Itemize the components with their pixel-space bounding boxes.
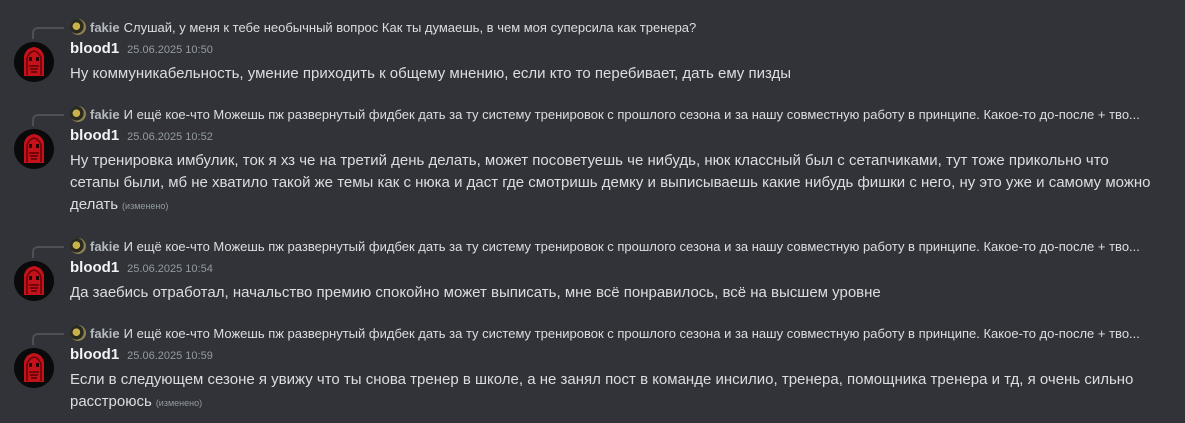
reply-avatar[interactable]: [70, 19, 86, 35]
reply-author[interactable]: fakie: [90, 239, 120, 254]
reply-preview[interactable]: fakie Слушай, у меня к тебе необычный во…: [70, 18, 1160, 36]
timestamp[interactable]: 25.06.2025 10:54: [127, 263, 213, 275]
reply-connector-line: [32, 114, 64, 126]
avatar[interactable]: [14, 261, 54, 301]
reply-avatar[interactable]: [70, 106, 86, 122]
avatar[interactable]: [14, 348, 54, 388]
edited-label: (изменено): [155, 398, 203, 408]
reply-author[interactable]: fakie: [90, 107, 120, 122]
reply-avatar[interactable]: [70, 325, 86, 341]
message-text: Ну коммуникабельность, умение приходить …: [70, 65, 792, 82]
reply-preview[interactable]: fakie И ещё кое-что Можешь пж развернуты…: [70, 105, 1160, 123]
reply-author[interactable]: fakie: [90, 20, 120, 35]
author-name[interactable]: blood1: [70, 40, 119, 57]
message-content: Если в следующем сезоне я увижу что ты с…: [70, 369, 1160, 414]
reply-avatar[interactable]: [70, 238, 86, 254]
timestamp[interactable]: 25.06.2025 10:52: [127, 131, 213, 143]
message-header: blood1 25.06.2025 10:50: [70, 40, 213, 60]
reply-text[interactable]: И ещё кое-что Можешь пж развернутый фидб…: [124, 326, 1160, 341]
reply-connector-line: [32, 333, 64, 345]
reply-connector-line: [32, 246, 64, 258]
timestamp[interactable]: 25.06.2025 10:59: [127, 350, 213, 362]
avatar[interactable]: [14, 129, 54, 169]
avatar[interactable]: [14, 42, 54, 82]
message-content: Ну коммуникабельность, умение приходить …: [70, 63, 1160, 85]
edited-label: (изменено): [122, 201, 169, 211]
author-name[interactable]: blood1: [70, 259, 119, 276]
reply-connector-line: [32, 27, 64, 39]
message-text: Ну тренировка имбулик, ток я хз че на тр…: [70, 152, 1151, 213]
reply-preview[interactable]: fakie И ещё кое-что Можешь пж развернуты…: [70, 324, 1160, 342]
message-header: blood1 25.06.2025 10:59: [70, 346, 213, 366]
message-header: blood1 25.06.2025 10:52: [70, 127, 213, 147]
timestamp[interactable]: 25.06.2025 10:50: [127, 44, 213, 56]
author-name[interactable]: blood1: [70, 346, 119, 363]
reply-author[interactable]: fakie: [90, 326, 120, 341]
reply-text[interactable]: И ещё кое-что Можешь пж развернутый фидб…: [124, 107, 1160, 122]
reply-text[interactable]: Слушай, у меня к тебе необычный вопрос К…: [124, 20, 1160, 35]
message-content: Да заебись отработал, начальство премию …: [70, 282, 1160, 304]
author-name[interactable]: blood1: [70, 127, 119, 144]
reply-text[interactable]: И ещё кое-что Можешь пж развернутый фидб…: [124, 239, 1160, 254]
message-content: Ну тренировка имбулик, ток я хз че на тр…: [70, 150, 1160, 217]
reply-preview[interactable]: fakie И ещё кое-что Можешь пж развернуты…: [70, 237, 1160, 255]
message-header: blood1 25.06.2025 10:54: [70, 259, 213, 279]
message-text: Если в следующем сезоне я увижу что ты с…: [70, 371, 1134, 410]
message-text: Да заебись отработал, начальство премию …: [70, 284, 881, 301]
